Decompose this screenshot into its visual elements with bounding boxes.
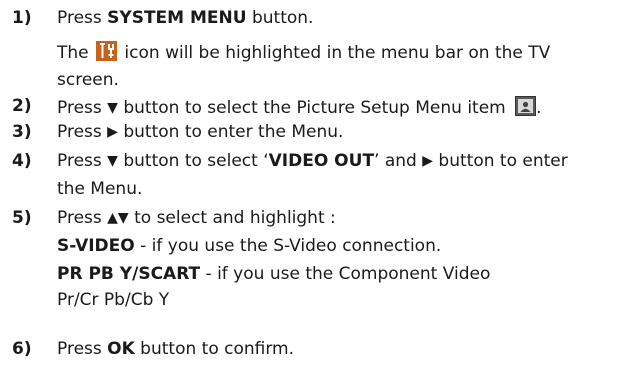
step-number: 1)	[12, 8, 32, 28]
button-name: SYSTEM MENU	[107, 8, 247, 28]
step-text: Press SYSTEM MENU button.	[57, 8, 314, 28]
step-text: Press ▶ button to enter the Menu.	[57, 122, 344, 142]
step-text: Pr/Cr Pb/Cb Y	[57, 290, 170, 310]
step-text: Press ▼ button to select the Picture Set…	[57, 96, 542, 118]
step-number: 3)	[12, 122, 32, 142]
down-arrow-icon: ▼	[107, 100, 118, 116]
right-arrow-icon: ▶	[107, 124, 118, 140]
step-text: Press ▼ button to select ‘VIDEO OUT’ and…	[57, 151, 568, 171]
step-text: Press OK button to confirm.	[57, 339, 295, 359]
option-name: PR PB Y/SCART	[57, 264, 201, 284]
step-text: PR PB Y/SCART - if you use the Component…	[57, 264, 491, 284]
button-name: OK	[107, 339, 135, 359]
option-name: S-VIDEO	[57, 236, 135, 256]
step-text: The icon will be highlighted in the menu…	[57, 41, 551, 63]
down-arrow-icon: ▼	[107, 153, 118, 169]
step-number: 4)	[12, 151, 32, 171]
menu-item-name: VIDEO OUT	[268, 151, 375, 171]
step-text: S-VIDEO - if you use the S-Video connect…	[57, 236, 442, 256]
step-number: 6)	[12, 339, 32, 359]
step-text: Press ▲▼ to select and highlight :	[57, 208, 336, 228]
picture-setup-icon	[515, 96, 537, 116]
tools-icon	[96, 41, 118, 61]
step-number: 5)	[12, 208, 32, 228]
step-number: 2)	[12, 96, 32, 116]
right-arrow-icon: ▶	[422, 153, 434, 169]
step-text: screen.	[57, 70, 119, 90]
up-down-arrows-icon: ▲▼	[107, 210, 129, 226]
step-text: the Menu.	[57, 179, 143, 199]
